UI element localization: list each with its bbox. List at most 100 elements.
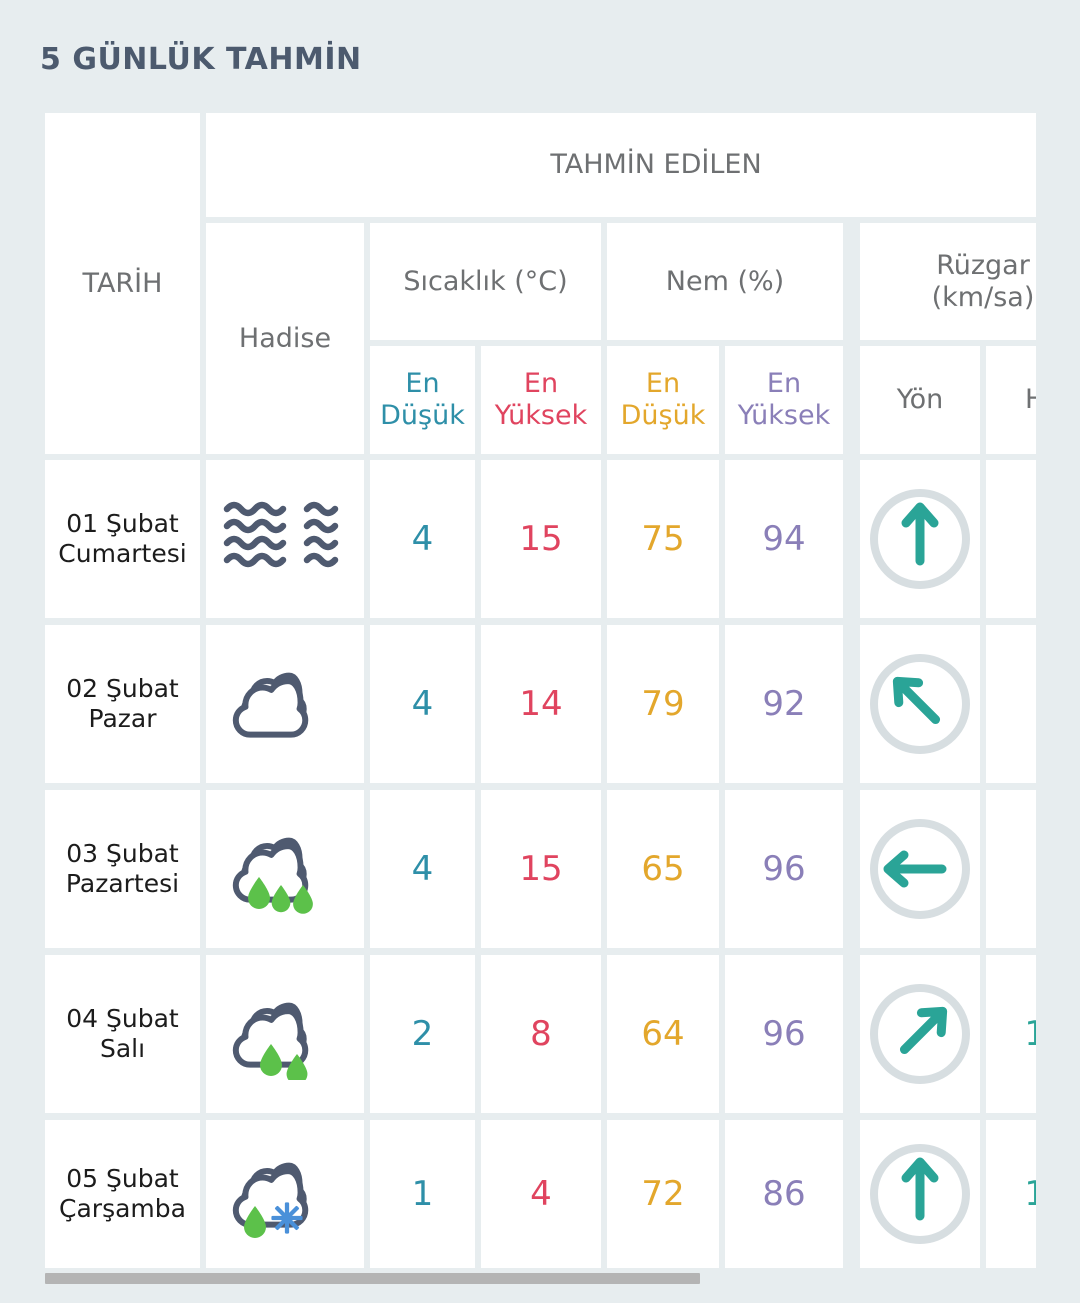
row-date-day: 04 Şubat [66,1003,179,1033]
header-event: Hadise [206,223,364,454]
row-hum-max-value: 92 [725,625,843,783]
row-temp-min-text: 4 [411,518,434,559]
horizontal-scrollbar[interactable] [45,1271,1036,1285]
row-temp-min-text: 4 [411,848,434,889]
row-condition-cell [206,460,364,618]
header-wind-direction-label: Yön [896,384,944,416]
row-temp-min-value: 1 [370,1120,475,1268]
header-hum-max-line2: Yüksek [737,400,831,431]
row-hum-min-text: 75 [641,518,685,559]
header-event-label: Hadise [238,322,332,354]
row-date-weekday: Cumartesi [58,539,187,568]
header-wind-direction: Yön [860,346,980,454]
header-date-label: TARİH [82,267,163,299]
row-wind-speed-cell: 6 [986,460,1036,618]
row-hum-min-value: 64 [607,955,719,1113]
horizontal-scrollbar-thumb[interactable] [45,1273,700,1284]
row-temp-min-text: 2 [411,1013,434,1054]
row-hum-min-text: 64 [641,1013,685,1054]
row-date-weekday: Pazar [88,704,157,733]
header-temp-min: En Düşük [370,346,475,454]
row-wind-direction-cell [860,625,980,783]
row-date-day: 03 Şubat [66,838,179,868]
arrow-down-icon [870,1144,970,1244]
header-wind-group: Rüzgar (km/sa) [860,223,1036,340]
row-date-weekday: Çarşamba [59,1194,186,1223]
row-wind-speed-text: 5 [1035,684,1036,724]
row-hum-max-text: 86 [762,1173,806,1214]
wind-dial [870,984,970,1084]
row-date-day: 01 Şubat [66,508,179,538]
header-temp-max-line2: Yüksek [494,400,588,431]
header-temp-min-line1: En [405,368,440,400]
row-wind-speed-text: 15 [1024,1173,1036,1214]
arrow-down-left-icon [870,984,970,1084]
row-wind-speed-text: 6 [1035,519,1036,559]
cloudy-icon [215,650,355,758]
header-hum-max: En Yüksek [725,346,843,454]
header-hum-max-line1: En [766,368,802,400]
wind-dial [870,489,970,589]
row-hum-max-text: 94 [762,518,806,559]
row-temp-max-value: 14 [481,625,601,783]
rain-light-icon [215,980,355,1088]
row-condition-cell [206,1120,364,1268]
fog-icon [215,485,355,593]
row-temp-min-value: 4 [370,460,475,618]
row-date-cell: 03 Şubat Pazartesi [45,790,200,948]
row-temp-min-value: 4 [370,790,475,948]
arrow-down-right-icon [870,654,970,754]
row-hum-min-value: 75 [607,460,719,618]
row-temp-max-text: 15 [519,848,563,889]
row-temp-max-text: 15 [519,518,563,559]
row-date-day: 02 Şubat [66,673,179,703]
sleet-icon [215,1140,355,1248]
row-temp-max-value: 8 [481,955,601,1113]
wind-dial [870,654,970,754]
row-wind-speed-text: 6 [1035,849,1036,889]
row-wind-direction-cell [860,1120,980,1268]
row-wind-direction-cell [860,790,980,948]
row-temp-max-text: 8 [530,1013,552,1054]
row-wind-speed-cell: 19 [986,955,1036,1113]
row-temp-max-value: 15 [481,460,601,618]
arrow-right-icon [870,819,970,919]
wind-dial [870,819,970,919]
header-hum-min-line2: Düşük [620,400,706,431]
row-hum-max-text: 92 [762,683,806,724]
page-title: 5 GÜNLÜK TAHMİN [40,42,362,77]
row-hum-max-value: 96 [725,955,843,1113]
row-hum-min-text: 79 [641,683,685,724]
row-temp-min-text: 1 [411,1173,434,1214]
row-temp-max-value: 4 [481,1120,601,1268]
header-forecast-group-label: TAHMİN EDİLEN [550,149,762,181]
row-hum-min-value: 65 [607,790,719,948]
header-date: TARİH [45,113,200,454]
header-temp-max-line1: En [523,368,559,400]
row-hum-max-value: 96 [725,790,843,948]
header-humidity-group-label: Nem (%) [665,265,785,297]
row-wind-speed-cell: 5 [986,625,1036,783]
row-temp-min-value: 4 [370,625,475,783]
header-humidity-group: Nem (%) [607,223,843,340]
row-hum-max-text: 96 [762,1013,806,1054]
row-temp-min-value: 2 [370,955,475,1113]
rain-heavy-icon [215,815,355,923]
header-wind-speed: Hız [986,346,1036,454]
row-hum-min-text: 72 [641,1173,685,1214]
row-date-cell: 04 Şubat Salı [45,955,200,1113]
header-hum-min-line1: En [645,368,681,400]
header-temp-min-line2: Düşük [380,400,465,431]
row-date-cell: 05 Şubat Çarşamba [45,1120,200,1268]
row-date-cell: 02 Şubat Pazar [45,625,200,783]
arrow-down-icon [870,489,970,589]
row-wind-speed-text: 19 [1024,1013,1036,1054]
row-hum-max-value: 94 [725,460,843,618]
row-date-day: 05 Şubat [66,1163,179,1193]
row-wind-direction-cell [860,460,980,618]
row-temp-max-text: 14 [519,683,563,724]
header-forecast-group: TAHMİN EDİLEN [206,113,1036,217]
row-temp-min-text: 4 [411,683,434,724]
header-wind-group-line1: Rüzgar [936,249,1030,281]
row-date-weekday: Salı [99,1034,146,1063]
